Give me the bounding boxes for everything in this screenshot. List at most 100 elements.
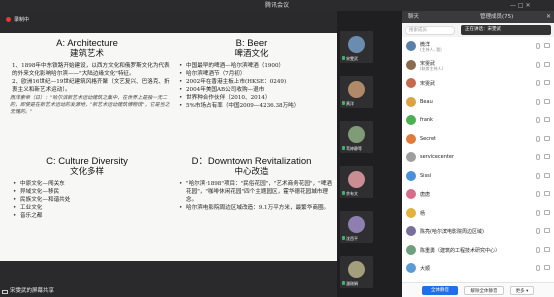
camera-icon[interactable]: [544, 43, 550, 48]
member-role: (联席主持人): [420, 65, 444, 71]
member-name: Sissi: [420, 172, 432, 179]
member-status-icons: [536, 246, 550, 253]
video-tile[interactable]: 宋雯武: [340, 31, 373, 63]
quadrant-title: A: Architecture: [56, 38, 118, 49]
avatar: [406, 207, 416, 218]
quadrant-downtown: D：Downtown Revitalization 中心改造 "哈尔滨·1898…: [170, 156, 333, 212]
member-name: frank: [420, 117, 433, 123]
camera-icon[interactable]: [544, 61, 550, 67]
list-item: 2002年在香港主板上市(HKSE：0249): [178, 78, 333, 86]
microphone-icon[interactable]: [536, 154, 540, 160]
video-name: 潘刚娟: [342, 281, 358, 287]
member-row[interactable]: 微洋 (主持人, 我): [402, 38, 554, 54]
avatar: [406, 59, 416, 70]
member-row[interactable]: Secret: [402, 131, 554, 147]
camera-icon[interactable]: [544, 117, 550, 122]
avatar: [406, 244, 416, 255]
mute-all-button[interactable]: 全体静音: [422, 286, 458, 295]
avatar: [348, 81, 365, 98]
microphone-icon[interactable]: [536, 98, 540, 105]
video-name-text: 余有文: [346, 191, 358, 196]
microphone-icon[interactable]: [536, 80, 540, 86]
video-tile[interactable]: 余有文: [340, 166, 373, 198]
member-row[interactable]: Sissi: [402, 168, 554, 184]
member-search-input[interactable]: 搜索成员: [405, 26, 455, 35]
microphone-icon[interactable]: [536, 246, 540, 253]
member-name: 杨: [420, 210, 426, 217]
microphone-icon[interactable]: [536, 209, 540, 216]
member-row[interactable]: frank: [402, 112, 554, 128]
camera-icon[interactable]: [544, 154, 550, 159]
record-dot-icon: [6, 17, 11, 22]
window-controls[interactable]: — □ ✕: [510, 0, 531, 11]
video-name: 余有文: [342, 191, 358, 197]
video-name-text: 宋雯武: [346, 56, 358, 61]
tab-chat[interactable]: 聊天: [408, 11, 419, 23]
camera-icon[interactable]: [544, 246, 550, 252]
member-row[interactable]: 宋雯武: [402, 75, 554, 91]
list-item: 中原文化—闯关东: [12, 180, 170, 188]
member-row[interactable]: servicecenter: [402, 149, 554, 165]
video-name-text: 苇婷静等: [346, 146, 362, 151]
camera-icon[interactable]: [544, 209, 550, 215]
avatar: [406, 263, 416, 273]
avatar: [406, 170, 416, 181]
camera-icon[interactable]: [544, 191, 550, 196]
video-name-text: 潘刚娟: [346, 281, 358, 286]
member-status-icons: [536, 191, 550, 197]
member-row[interactable]: 唐唐: [402, 186, 554, 202]
member-row[interactable]: 陈亮(哈尔滨电影院周边区域): [402, 223, 554, 239]
list-item: 世界种合作伙伴（2010、2014）: [178, 94, 333, 102]
members-panel: 聊天 管理成员(75) ✕ 搜索成员 正在讲话：宋雯武 微洋 (主持人, 我) 宋雯…: [402, 11, 554, 297]
video-tile[interactable]: 潘刚娟: [340, 256, 373, 288]
camera-icon[interactable]: [544, 172, 550, 178]
mic-icon: [342, 56, 345, 60]
avatar: [348, 171, 365, 188]
microphone-icon[interactable]: [536, 172, 540, 179]
avatar: [406, 152, 416, 162]
member-status-icons: [536, 43, 550, 49]
member-row[interactable]: 杨: [402, 205, 554, 221]
microphone-icon[interactable]: [536, 191, 540, 197]
quadrant-architecture: A: Architecture 建筑艺术 1、1898年中东铁路开始建设，以西方…: [4, 38, 170, 116]
camera-icon[interactable]: [544, 135, 550, 141]
camera-icon[interactable]: [544, 265, 550, 270]
microphone-icon[interactable]: [536, 228, 540, 234]
camera-icon[interactable]: [544, 98, 550, 104]
video-tile[interactable]: 沈西平: [340, 211, 373, 243]
more-button[interactable]: 更多 ▾: [510, 286, 534, 295]
member-name: servicecenter: [420, 154, 454, 160]
camera-icon[interactable]: [544, 80, 550, 85]
video-tile[interactable]: 黄洋: [340, 76, 373, 108]
avatar: [406, 96, 416, 107]
tab-members[interactable]: 管理成员(75): [480, 11, 513, 23]
member-row[interactable]: Beau: [402, 94, 554, 110]
microphone-icon[interactable]: [536, 135, 540, 142]
member-status-icons: [536, 228, 550, 234]
microphone-icon[interactable]: [536, 43, 540, 49]
microphone-icon[interactable]: [536, 265, 540, 271]
quadrant-title: D：Downtown Revitalization: [191, 156, 312, 167]
microphone-icon[interactable]: [536, 61, 540, 68]
avatar: [406, 133, 416, 144]
member-row[interactable]: 大顺: [402, 260, 554, 276]
quadrant-subtitle: 中心改造: [234, 167, 269, 177]
member-status-icons: [536, 80, 550, 86]
member-name: Beau: [420, 98, 433, 105]
video-tile[interactable]: 苇婷静等: [340, 121, 373, 153]
avatar: [348, 36, 365, 53]
quadrant-title: C: Culture Diversity: [46, 156, 128, 167]
screen-share-label[interactable]: 宋雯武的屏幕共享: [2, 286, 54, 297]
avatar: [348, 216, 365, 233]
camera-icon[interactable]: [544, 228, 550, 233]
quadrant-subtitle: 建筑艺术: [69, 49, 104, 59]
microphone-icon[interactable]: [536, 117, 540, 123]
mic-icon: [342, 101, 345, 105]
close-icon[interactable]: ✕: [546, 11, 551, 23]
avatar: [406, 226, 416, 236]
panel-tabs: 聊天 管理成员(75) ✕: [402, 11, 554, 23]
video-name: 苇婷静等: [342, 146, 362, 152]
member-row[interactable]: 宋雯武 (联席主持人): [402, 57, 554, 73]
unmute-all-button[interactable]: 解除全体静音: [464, 286, 504, 295]
member-row[interactable]: 陈重勇（建筑的工程技术研究中心）: [402, 242, 554, 258]
